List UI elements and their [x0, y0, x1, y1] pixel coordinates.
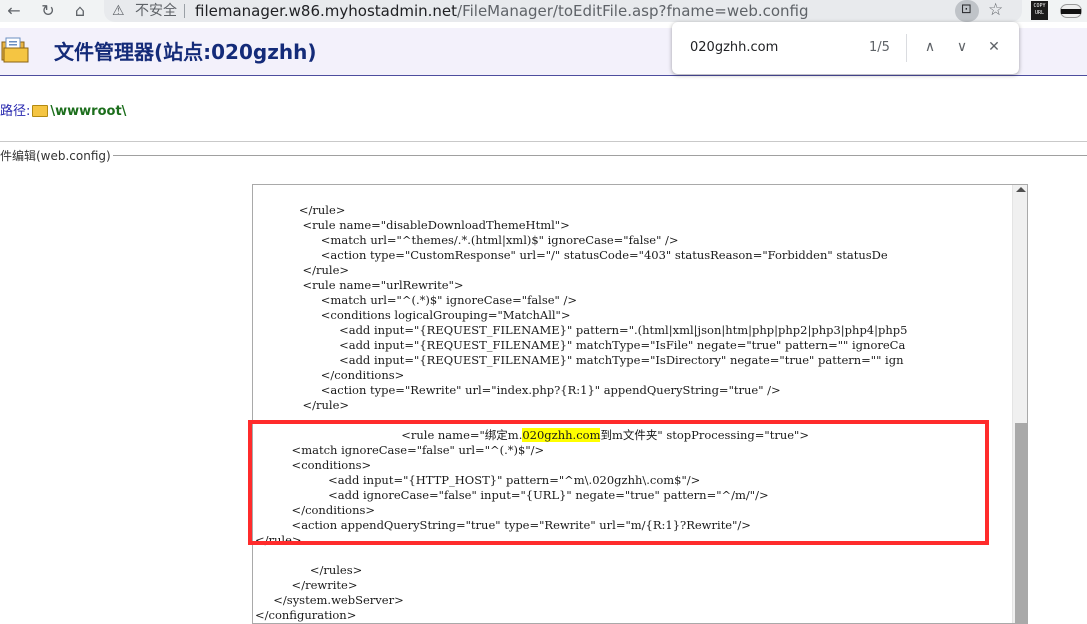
code-line: <rule name="urlRewrite"> — [255, 278, 464, 292]
code-line: <match url="^themes/.*.(html|xml)$" igno… — [255, 233, 679, 247]
find-bar: 020gzhh.com 1/5 ∧ ∨ ✕ — [672, 22, 1019, 74]
divider — [0, 141, 1087, 142]
scroll-up-arrow-icon[interactable] — [1016, 187, 1026, 192]
find-previous-button[interactable]: ∧ — [919, 36, 941, 58]
code-line: <match url="^(.*)$" ignoreCase="false" /… — [255, 293, 578, 307]
browser-toolbar: ← ↻ ⌂ ⚠ 不安全 filemanager.w86.myhostadmin.… — [0, 0, 1087, 22]
folder-icon — [32, 105, 49, 117]
reload-icon[interactable]: ↻ — [38, 1, 58, 21]
home-icon[interactable]: ⌂ — [70, 1, 90, 21]
path-label: 路径: — [0, 104, 31, 119]
find-divider — [906, 34, 907, 62]
code-line: </rewrite> — [255, 578, 358, 592]
find-next-button[interactable]: ∨ — [951, 36, 973, 58]
annotation-highlight-box — [248, 420, 989, 545]
find-close-button[interactable]: ✕ — [983, 36, 1005, 58]
code-line: <add input="{REQUEST_FILENAME}" pattern=… — [255, 323, 908, 337]
url-host: filemanager.w86.myhostadmin.net — [195, 2, 458, 20]
code-line: <rule name="disableDownloadThemeHtml"> — [255, 218, 570, 232]
code-area[interactable]: </rule> <rule name="disableDownloadTheme… — [253, 185, 1012, 623]
code-line: </conditions> — [255, 368, 405, 382]
code-line: <action type="Rewrite" url="index.php?{R… — [255, 383, 781, 397]
copy-url-extension-icon[interactable]: COPY URL — [1031, 1, 1048, 20]
code-line: <add input="{REQUEST_FILENAME}" matchTyp… — [255, 353, 904, 367]
url-text[interactable]: filemanager.w86.myhostadmin.net/FileMana… — [195, 1, 809, 21]
mask-extension-icon[interactable] — [1060, 4, 1082, 18]
warning-icon[interactable]: ⚠ — [112, 2, 125, 20]
url-separator — [184, 4, 185, 18]
code-line: </configuration> — [255, 608, 357, 622]
editor-scrollbar[interactable] — [1012, 185, 1027, 623]
back-icon[interactable]: ← — [4, 1, 24, 21]
page-title: 文件管理器(站点:020gzhh) — [54, 40, 317, 64]
code-line: </rules> — [255, 563, 363, 577]
code-line: <conditions logicalGrouping="MatchAll"> — [255, 308, 571, 322]
not-secure-label[interactable]: 不安全 — [135, 2, 177, 20]
path-value[interactable]: \wwwroot\ — [50, 104, 126, 119]
file-manager-logo-icon — [1, 37, 29, 63]
path-row: 路径: \wwwroot\ — [0, 102, 126, 122]
code-line: </rule> — [255, 398, 350, 412]
code-line: </rule> — [255, 203, 346, 217]
fieldset-border — [106, 155, 1087, 156]
find-match-count: 1/5 — [869, 40, 890, 55]
code-line: <add input="{REQUEST_FILENAME}" matchTyp… — [255, 338, 906, 352]
find-in-page-icon[interactable]: ⊡ — [955, 0, 979, 22]
find-input[interactable]: 020gzhh.com — [690, 39, 778, 57]
code-line: <action type="CustomResponse" url="/" st… — [255, 248, 888, 262]
scrollbar-thumb[interactable] — [1015, 423, 1027, 623]
code-line: </system.webServer> — [255, 593, 404, 607]
code-line: </rule> — [255, 263, 350, 277]
fieldset-legend: 件编辑(web.config) — [0, 148, 113, 164]
file-editor-textarea[interactable]: </rule> <rule name="disableDownloadTheme… — [252, 184, 1028, 624]
url-path: /FileManager/toEditFile.asp?fname=web.co… — [457, 2, 809, 20]
bookmark-star-icon[interactable]: ☆ — [988, 0, 1003, 20]
